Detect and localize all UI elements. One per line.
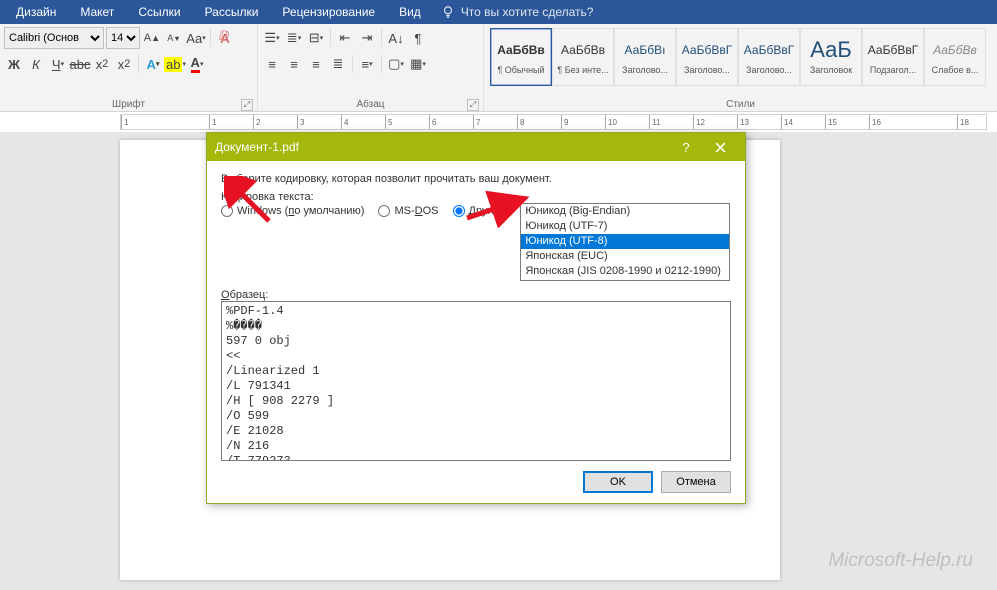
paragraph-dialog-launcher-icon[interactable]: ⤢ (467, 99, 479, 111)
decrease-font-button[interactable]: A▼ (164, 27, 184, 49)
tell-me[interactable]: Что вы хотите сделать? (441, 5, 594, 19)
numbering-button[interactable]: ≣▾ (284, 27, 304, 49)
tab-review[interactable]: Рецензирование (270, 1, 387, 23)
close-icon (715, 142, 726, 153)
encoding-option[interactable]: Юникод (UTF-8) (521, 234, 729, 249)
font-dialog-launcher-icon[interactable]: ⤢ (241, 99, 253, 111)
clear-formatting-button[interactable]: Aⅅ (215, 27, 235, 49)
tab-view[interactable]: Вид (387, 1, 433, 23)
radio-other[interactable]: Другая: (453, 205, 507, 217)
encoding-option[interactable]: Японская (JIS) (521, 279, 729, 281)
encoding-option[interactable]: Юникод (UTF-7) (521, 219, 729, 234)
ribbon-group-font: Calibri (Основ 14 A▲ A▼ Aa▾ Aⅅ Ж К Ч▾ ab… (0, 24, 258, 112)
sample-label: Образец: (221, 289, 731, 301)
file-conversion-dialog: Документ-1.pdf ? Выберите кодировку, кот… (206, 132, 746, 504)
tab-design[interactable]: Дизайн (4, 1, 68, 23)
align-center-button[interactable]: ≡ (284, 53, 304, 75)
separator (210, 29, 211, 47)
sample-preview[interactable]: %PDF-1.4 %���� 597 0 obj << /Linearized … (221, 301, 731, 461)
increase-font-button[interactable]: A▲ (142, 27, 162, 49)
style-no-spacing[interactable]: АаБбВв¶ Без инте... (552, 28, 614, 86)
sort-button[interactable]: A↓ (386, 27, 406, 49)
subscript-button[interactable]: x2 (92, 53, 112, 75)
style-subtle-emphasis[interactable]: АаБбВвСлабое в... (924, 28, 986, 86)
ribbon-group-styles: АаБбВв¶ Обычный АаБбВв¶ Без инте... АаБб… (484, 24, 997, 112)
bullets-button[interactable]: ☰▾ (262, 27, 282, 49)
style-heading1[interactable]: АаБбВıЗаголово... (614, 28, 676, 86)
align-right-button[interactable]: ≡ (306, 53, 326, 75)
increase-indent-button[interactable]: ⇥ (357, 27, 377, 49)
help-button[interactable]: ? (669, 136, 703, 158)
dialog-instruction: Выберите кодировку, которая позволит про… (221, 173, 731, 185)
decrease-indent-button[interactable]: ⇤ (335, 27, 355, 49)
group-label-paragraph: Абзац⤢ (262, 98, 479, 112)
encoding-label: Кодировка текста: (221, 191, 731, 203)
borders-button[interactable]: ▦▾ (408, 53, 428, 75)
style-normal[interactable]: АаБбВв¶ Обычный (490, 28, 552, 86)
italic-button[interactable]: К (26, 53, 46, 75)
style-heading3[interactable]: АаБбВвГЗаголово... (738, 28, 800, 86)
change-case-button[interactable]: Aa▾ (186, 27, 206, 49)
ok-button[interactable]: OK (583, 471, 653, 493)
multilevel-list-button[interactable]: ⊟▾ (306, 27, 326, 49)
encoding-option[interactable]: Юникод (Big-Endian) (521, 204, 729, 219)
cancel-button[interactable]: Отмена (661, 471, 731, 493)
watermark: Microsoft-Help.ru (828, 550, 973, 572)
style-heading2[interactable]: АаБбВвГЗаголово... (676, 28, 738, 86)
ruler-area: 11234567891011121314151618 (0, 112, 997, 132)
tell-me-label: Что вы хотите сделать? (461, 5, 594, 19)
font-name-select[interactable]: Calibri (Основ (4, 27, 104, 49)
tab-layout[interactable]: Макет (68, 1, 126, 23)
ribbon-tabs: Дизайн Макет Ссылки Рассылки Рецензирова… (0, 0, 997, 24)
encoding-listbox[interactable]: Юникод (Big-Endian)Юникод (UTF-7)Юникод … (520, 203, 730, 281)
document-canvas: Документ-1.pdf ? Выберите кодировку, кот… (0, 132, 997, 590)
show-marks-button[interactable]: ¶ (408, 27, 428, 49)
group-label-font: Шрифт⤢ (4, 98, 253, 112)
superscript-button[interactable]: x2 (114, 53, 134, 75)
bold-button[interactable]: Ж (4, 53, 24, 75)
close-button[interactable] (703, 136, 737, 158)
separator (352, 55, 353, 73)
text-effects-button[interactable]: A▾ (143, 53, 163, 75)
encoding-option[interactable]: Японская (JIS 0208-1990 и 0212-1990) (521, 264, 729, 279)
lightbulb-icon (441, 5, 455, 19)
ribbon: Calibri (Основ 14 A▲ A▼ Aa▾ Aⅅ Ж К Ч▾ ab… (0, 24, 997, 112)
shading-button[interactable]: ▢▾ (386, 53, 406, 75)
encoding-option[interactable]: Японская (EUC) (521, 249, 729, 264)
separator (381, 55, 382, 73)
separator (381, 29, 382, 47)
ribbon-group-paragraph: ☰▾ ≣▾ ⊟▾ ⇤ ⇥ A↓ ¶ ≡ ≡ ≡ ≣ ≡▾ ▢▾ ▦▾ (258, 24, 484, 112)
line-spacing-button[interactable]: ≡▾ (357, 53, 377, 75)
tab-mailings[interactable]: Рассылки (193, 1, 271, 23)
underline-button[interactable]: Ч▾ (48, 53, 68, 75)
style-subtitle[interactable]: АаБбВвГПодзагол... (862, 28, 924, 86)
style-title[interactable]: АаБЗаголовок (800, 28, 862, 86)
radio-msdos[interactable]: MS-DOS (378, 205, 438, 217)
radio-windows[interactable]: Windows (по умолчанию) (221, 205, 364, 217)
horizontal-ruler[interactable]: 11234567891011121314151618 (120, 114, 987, 130)
separator (330, 29, 331, 47)
group-label-styles: Стили (488, 98, 993, 112)
tab-links[interactable]: Ссылки (126, 1, 192, 23)
dialog-titlebar[interactable]: Документ-1.pdf ? (207, 133, 745, 161)
strikethrough-button[interactable]: abc (70, 53, 90, 75)
styles-gallery: АаБбВв¶ Обычный АаБбВв¶ Без инте... АаБб… (488, 26, 988, 98)
justify-button[interactable]: ≣ (328, 53, 348, 75)
highlight-button[interactable]: ab▾ (165, 53, 185, 75)
font-size-select[interactable]: 14 (106, 27, 140, 49)
align-left-button[interactable]: ≡ (262, 53, 282, 75)
dialog-title: Документ-1.pdf (215, 140, 669, 154)
font-color-button[interactable]: A▾ (187, 53, 207, 75)
separator (138, 55, 139, 73)
